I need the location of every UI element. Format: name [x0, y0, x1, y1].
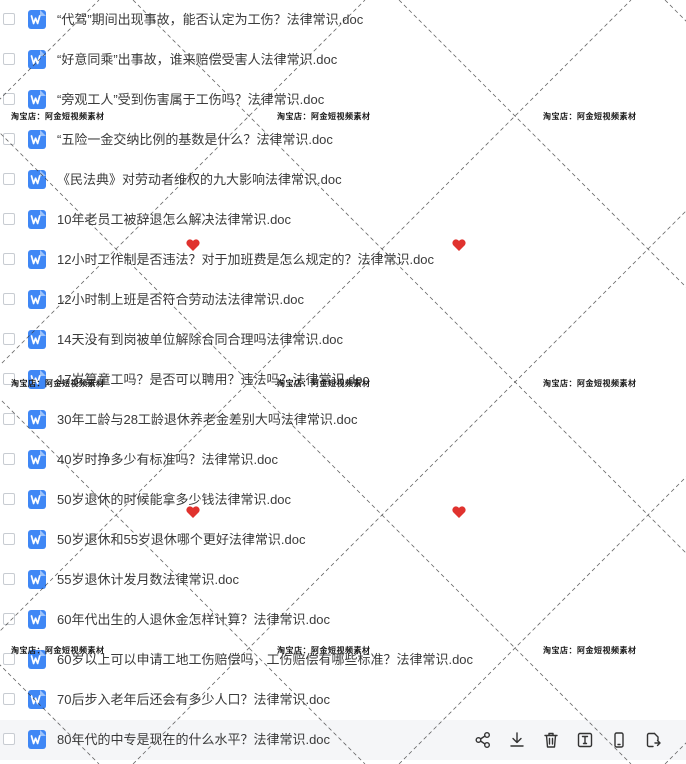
- file-row[interactable]: 80年代的中专是现在的什么水平？法律常识.doc: [0, 720, 686, 760]
- word-file-icon: [28, 370, 46, 389]
- file-name[interactable]: “五险一金交纳比例的基数是什么？法律常识.doc: [57, 131, 333, 149]
- file-checkbox[interactable]: [3, 293, 15, 305]
- file-list: “代驾”期间出现事故，能否认定为工伤？法律常识.doc “好意同乘”出事故，谁来赔…: [0, 0, 686, 760]
- word-file-icon: [28, 210, 46, 229]
- file-name[interactable]: “旁观工人”受到伤害属于工伤吗？法律常识.doc: [57, 91, 324, 109]
- file-checkbox[interactable]: [3, 533, 15, 545]
- word-file-icon: [28, 570, 46, 589]
- file-name[interactable]: 14天没有到岗被单位解除合同合理吗法律常识.doc: [57, 331, 343, 349]
- file-row[interactable]: 10年老员工被辞退怎么解决法律常识.doc: [0, 200, 686, 240]
- mobile-icon[interactable]: [610, 731, 628, 749]
- file-name[interactable]: 30年工龄与28工龄退休养老金差别大吗法律常识.doc: [57, 411, 358, 429]
- file-name[interactable]: 12小时制上班是否符合劳动法法律常识.doc: [57, 291, 304, 309]
- file-checkbox[interactable]: [3, 93, 15, 105]
- file-checkbox[interactable]: [3, 413, 15, 425]
- file-checkbox[interactable]: [3, 573, 15, 585]
- word-file-icon: [28, 170, 46, 189]
- file-row[interactable]: “好意同乘”出事故，谁来赔偿受害人法律常识.doc: [0, 40, 686, 80]
- file-name[interactable]: “代驾”期间出现事故，能否认定为工伤？法律常识.doc: [57, 11, 363, 29]
- word-file-icon: [28, 90, 46, 109]
- file-checkbox[interactable]: [3, 453, 15, 465]
- word-file-icon: [28, 450, 46, 469]
- file-name[interactable]: 17岁算童工吗？是否可以聘用？违法吗？法律常识.doc: [57, 371, 369, 389]
- file-checkbox[interactable]: [3, 613, 15, 625]
- word-file-icon: [28, 130, 46, 149]
- file-name[interactable]: 《民法典》对劳动者维权的九大影响法律常识.doc: [57, 171, 342, 189]
- file-name[interactable]: 40岁时挣多少有标准吗？法律常识.doc: [57, 451, 278, 469]
- file-row[interactable]: 70后步入老年后还会有多少人口？法律常识.doc: [0, 680, 686, 720]
- word-file-icon: [28, 290, 46, 309]
- word-file-icon: [28, 330, 46, 349]
- file-row[interactable]: 12小时制上班是否符合劳动法法律常识.doc: [0, 280, 686, 320]
- word-file-icon: [28, 490, 46, 509]
- rename-icon[interactable]: [576, 731, 594, 749]
- file-name[interactable]: 60年代出生的人退休金怎样计算？法律常识.doc: [57, 611, 330, 629]
- file-checkbox[interactable]: [3, 733, 15, 745]
- file-row[interactable]: 《民法典》对劳动者维权的九大影响法律常识.doc: [0, 160, 686, 200]
- word-file-icon: [28, 530, 46, 549]
- file-row[interactable]: 17岁算童工吗？是否可以聘用？违法吗？法律常识.doc: [0, 360, 686, 400]
- file-checkbox[interactable]: [3, 133, 15, 145]
- file-row[interactable]: 12小时工作制是否违法？对于加班费是怎么规定的？法律常识.doc: [0, 240, 686, 280]
- file-row[interactable]: “旁观工人”受到伤害属于工伤吗？法律常识.doc: [0, 80, 686, 120]
- file-checkbox[interactable]: [3, 653, 15, 665]
- file-row[interactable]: 50岁退休的时候能拿多少钱法律常识.doc: [0, 480, 686, 520]
- trash-icon[interactable]: [542, 731, 560, 749]
- file-name[interactable]: 70后步入老年后还会有多少人口？法律常识.doc: [57, 691, 330, 709]
- file-row[interactable]: “五险一金交纳比例的基数是什么？法律常识.doc: [0, 120, 686, 160]
- file-row[interactable]: “代驾”期间出现事故，能否认定为工伤？法律常识.doc: [0, 0, 686, 40]
- word-file-icon: [28, 730, 46, 749]
- word-file-icon: [28, 50, 46, 69]
- download-icon[interactable]: [508, 731, 526, 749]
- file-row[interactable]: 50岁退休和55岁退休哪个更好法律常识.doc: [0, 520, 686, 560]
- file-name[interactable]: 50岁退休和55岁退休哪个更好法律常识.doc: [57, 531, 306, 549]
- file-name[interactable]: 50岁退休的时候能拿多少钱法律常识.doc: [57, 491, 291, 509]
- word-file-icon: [28, 250, 46, 269]
- file-checkbox[interactable]: [3, 213, 15, 225]
- file-checkbox[interactable]: [3, 493, 15, 505]
- file-checkbox[interactable]: [3, 173, 15, 185]
- file-row[interactable]: 60年代出生的人退休金怎样计算？法律常识.doc: [0, 600, 686, 640]
- file-checkbox[interactable]: [3, 333, 15, 345]
- file-name[interactable]: 55岁退休计发月数法律常识.doc: [57, 571, 239, 589]
- file-checkbox[interactable]: [3, 53, 15, 65]
- file-row[interactable]: 60岁以上可以申请工地工伤赔偿吗，工伤赔偿有哪些标准？法律常识.doc: [0, 640, 686, 680]
- file-name[interactable]: “好意同乘”出事故，谁来赔偿受害人法律常识.doc: [57, 51, 337, 69]
- file-row[interactable]: 55岁退休计发月数法律常识.doc: [0, 560, 686, 600]
- file-row[interactable]: 30年工龄与28工龄退休养老金差别大吗法律常识.doc: [0, 400, 686, 440]
- word-file-icon: [28, 650, 46, 669]
- file-name[interactable]: 60岁以上可以申请工地工伤赔偿吗，工伤赔偿有哪些标准？法律常识.doc: [57, 651, 473, 669]
- file-row[interactable]: 40岁时挣多少有标准吗？法律常识.doc: [0, 440, 686, 480]
- file-name[interactable]: 12小时工作制是否违法？对于加班费是怎么规定的？法律常识.doc: [57, 251, 434, 269]
- file-checkbox[interactable]: [3, 13, 15, 25]
- word-file-icon: [28, 690, 46, 709]
- word-file-icon: [28, 410, 46, 429]
- word-file-icon: [28, 10, 46, 29]
- file-checkbox[interactable]: [3, 253, 15, 265]
- file-checkbox[interactable]: [3, 693, 15, 705]
- file-row[interactable]: 14天没有到岗被单位解除合同合理吗法律常识.doc: [0, 320, 686, 360]
- copy-icon[interactable]: [644, 731, 662, 749]
- file-name[interactable]: 10年老员工被辞退怎么解决法律常识.doc: [57, 211, 291, 229]
- file-name[interactable]: 80年代的中专是现在的什么水平？法律常识.doc: [57, 731, 330, 749]
- file-checkbox[interactable]: [3, 373, 15, 385]
- word-file-icon: [28, 610, 46, 629]
- share-icon[interactable]: [474, 731, 492, 749]
- row-actions: [386, 720, 686, 760]
